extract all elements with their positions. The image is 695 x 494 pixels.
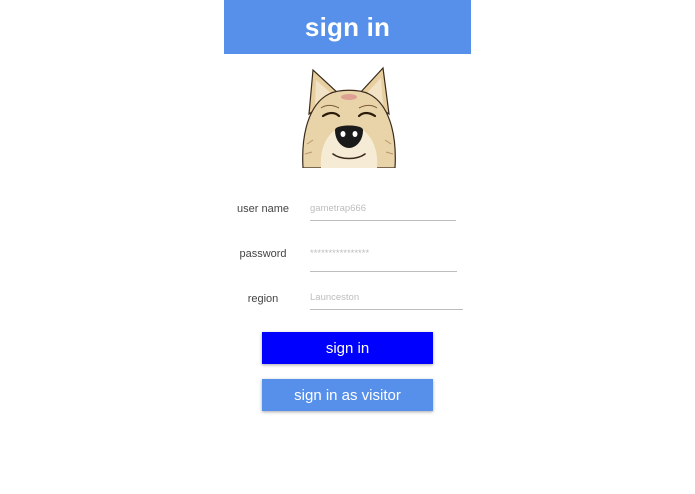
region-field[interactable]: Launceston bbox=[310, 287, 463, 310]
username-label: user name bbox=[237, 203, 289, 215]
password-label: password bbox=[239, 248, 287, 260]
password-field[interactable]: **************** bbox=[310, 243, 457, 272]
dog-face-icon bbox=[299, 64, 399, 169]
page-title: sign in bbox=[304, 11, 391, 42]
sign-in-as-visitor-button[interactable]: sign in as visitor bbox=[262, 379, 433, 411]
region-label: region bbox=[247, 293, 279, 305]
title-bar: sign in bbox=[224, 0, 471, 54]
page: sign in user name gametrap666 password *… bbox=[0, 0, 695, 494]
sign-in-button[interactable]: sign in bbox=[262, 332, 433, 364]
username-field[interactable]: gametrap666 bbox=[310, 198, 456, 221]
username-row: user name gametrap666 bbox=[224, 198, 471, 238]
region-row: region Launceston bbox=[224, 287, 471, 327]
password-row: password **************** bbox=[224, 243, 471, 283]
sign-in-screen: sign in user name gametrap666 password *… bbox=[224, 0, 471, 494]
